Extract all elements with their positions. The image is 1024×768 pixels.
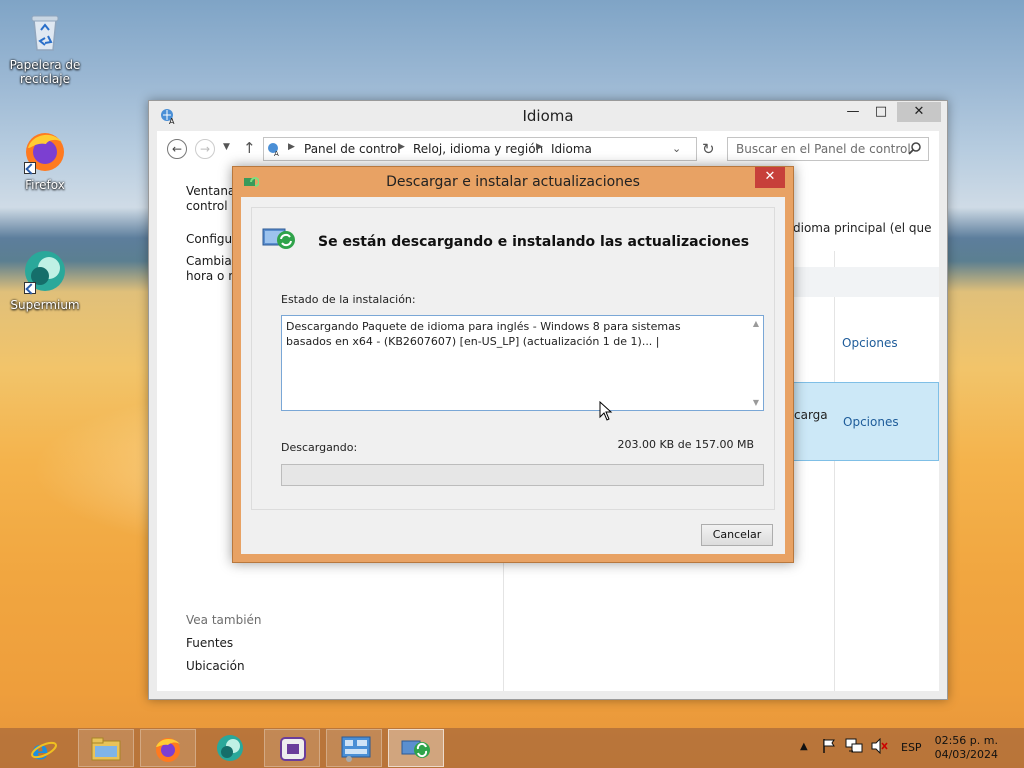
supermium-icon [22, 248, 68, 294]
breadcrumb-item[interactable]: Panel de control [304, 142, 401, 156]
breadcrumb-separator-icon: ▶ [398, 142, 405, 152]
status-label: Estado de la instalación: [281, 293, 416, 306]
close-button[interactable]: ✕ [897, 102, 941, 122]
control-panel-small-icon: A [266, 141, 282, 160]
shortcut-arrow-icon [24, 162, 36, 174]
download-size: 203.00 KB de 157.00 MB [617, 438, 754, 451]
clock-time: 02:56 p. m. [934, 734, 998, 747]
options-link[interactable]: Opciones [842, 336, 898, 350]
system-clock[interactable]: 02:56 p. m. 04/03/2024 [935, 734, 998, 762]
breadcrumb-separator-icon: ▶ [288, 142, 295, 152]
downloading-label: Descargando: [281, 441, 358, 454]
scroll-down-icon[interactable]: ▼ [753, 398, 759, 407]
row-text: carga [794, 408, 828, 422]
search-input[interactable]: Buscar en el Panel de control [727, 137, 929, 161]
show-hidden-icons-icon[interactable]: ▲ [800, 741, 808, 752]
refresh-icon[interactable]: ↻ [702, 140, 715, 158]
firefox-icon [153, 735, 183, 766]
control-panel-icon [341, 736, 371, 765]
taskbar-control-panel-button[interactable] [326, 729, 382, 767]
clock-date: 04/03/2024 [934, 748, 998, 761]
desktop-icon-supermium[interactable]: Supermium [5, 248, 85, 312]
location-link[interactable]: Ubicación [186, 659, 245, 673]
description-text: dioma principal (el que [793, 221, 932, 235]
minimize-button[interactable]: — [839, 102, 867, 122]
address-bar[interactable]: A ▶ Panel de control ▶ Reloj, idioma y r… [263, 137, 697, 161]
left-link-window[interactable]: Ventana [186, 183, 235, 199]
storage-app-icon [280, 737, 306, 764]
mouse-cursor-icon [599, 400, 613, 424]
status-textbox[interactable]: Descargando Paquete de idioma para inglé… [281, 315, 764, 411]
folder-icon [91, 737, 121, 764]
window-titlebar[interactable]: A Idioma — □ ✕ [149, 101, 947, 131]
svg-text:A: A [274, 150, 279, 157]
firefox-icon [22, 128, 68, 174]
left-link-control[interactable]: control [186, 198, 228, 214]
windows-update-icon [401, 737, 433, 764]
dialog-panel: Se están descargando e instalando las ac… [251, 207, 775, 510]
update-dialog: Descargar e instalar actualizaciones ✕ S… [232, 166, 794, 563]
status-text: Descargando Paquete de idioma para inglé… [286, 320, 681, 348]
see-also-heading: Vea también [186, 613, 262, 627]
shortcut-arrow-icon [24, 282, 36, 294]
scroll-up-icon[interactable]: ▲ [753, 319, 759, 328]
desktop-icon-label: Firefox [25, 178, 65, 192]
cancel-button[interactable]: Cancelar [701, 524, 773, 546]
recycle-bin-icon [22, 8, 68, 54]
windows-update-icon [262, 224, 298, 255]
back-button[interactable]: ← [167, 139, 187, 159]
desktop-icon-firefox[interactable]: Firefox [5, 128, 85, 192]
volume-muted-icon[interactable] [870, 737, 888, 757]
window-title: Idioma [522, 107, 574, 125]
dialog-content: Se están descargando e instalando las ac… [241, 197, 785, 554]
fonts-link[interactable]: Fuentes [186, 636, 233, 650]
action-center-flag-icon[interactable] [821, 738, 837, 757]
breadcrumb-item[interactable]: Idioma [551, 142, 592, 156]
options-link[interactable]: Opciones [843, 415, 899, 429]
network-icon[interactable] [845, 738, 863, 757]
maximize-button[interactable]: □ [867, 102, 895, 122]
taskbar-app-button[interactable] [264, 729, 320, 767]
search-placeholder: Buscar en el Panel de control [736, 142, 911, 156]
search-icon [908, 141, 922, 158]
left-link-config[interactable]: Configur [186, 231, 237, 247]
taskbar-explorer-button[interactable] [78, 729, 134, 767]
left-link-change[interactable]: Cambiar [186, 253, 237, 269]
desktop-icon-label: Supermium [10, 298, 80, 312]
taskbar-ie-button[interactable]: e [16, 729, 72, 767]
taskbar-firefox-button[interactable] [140, 729, 196, 767]
dialog-close-button[interactable]: ✕ [755, 167, 785, 188]
download-progress-bar [281, 464, 764, 486]
internet-explorer-icon: e [30, 735, 58, 766]
dialog-title: Descargar e instalar actualizaciones [386, 174, 640, 190]
supermium-icon [216, 734, 244, 765]
recent-dropdown-icon[interactable]: ▼ [223, 142, 230, 152]
breadcrumb-separator-icon: ▶ [536, 142, 543, 152]
forward-button[interactable]: → [195, 139, 215, 159]
taskbar-supermium-button[interactable] [202, 729, 258, 767]
taskbar-update-button[interactable] [388, 729, 444, 767]
breadcrumb-item[interactable]: Reloj, idioma y región [413, 142, 543, 156]
chevron-down-icon[interactable]: ⌄ [672, 142, 681, 155]
desktop-icon-label: Papelera de reciclaje [9, 58, 81, 86]
input-language-indicator[interactable]: ESP [901, 741, 922, 754]
navigation-bar: ← → ▼ ↑ A ▶ Panel de control ▶ Reloj, id… [157, 137, 939, 161]
taskbar: e ▲ ESP 02:56 p. m. 04/03/2024 [0, 728, 1024, 768]
desktop-icon-recycle-bin[interactable]: Papelera de reciclaje [5, 8, 85, 86]
dialog-heading: Se están descargando e instalando las ac… [318, 234, 750, 250]
up-arrow-icon[interactable]: ↑ [243, 139, 256, 157]
